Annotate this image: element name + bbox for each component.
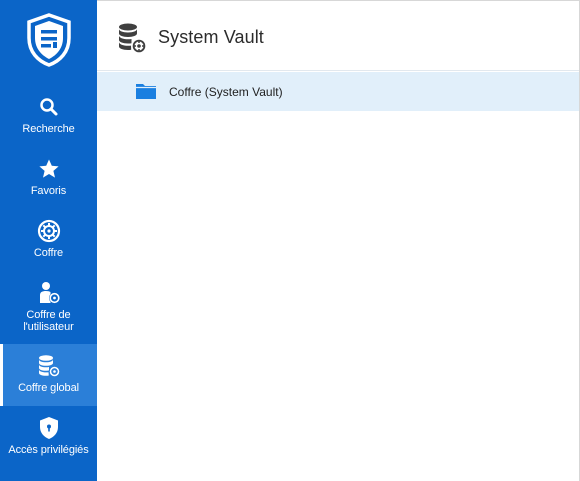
app-window: Recherche Favoris Coffre Coffre de l'uti… — [0, 0, 580, 481]
page-header: System Vault — [97, 1, 580, 71]
sidebar-item-acces-privilegies[interactable]: Accès privilégiés — [0, 406, 97, 468]
sidebar-item-favoris[interactable]: Favoris — [0, 147, 97, 209]
sidebar-item-label-line1: Coffre de — [26, 309, 71, 321]
sidebar-item-label: Recherche — [22, 123, 75, 135]
sidebar-item-label-line2: l'utilisateur — [23, 321, 74, 333]
sidebar-item-label: Accès privilégiés — [8, 444, 89, 456]
page-title: System Vault — [158, 27, 264, 47]
folder-icon — [135, 81, 157, 101]
star-icon — [37, 157, 61, 181]
search-icon — [37, 95, 61, 119]
list-item[interactable]: Coffre (System Vault) — [97, 72, 580, 111]
database-gear-icon — [117, 22, 147, 54]
sidebar-item-label: Coffre — [33, 247, 64, 259]
sidebar-item-coffre[interactable]: Coffre — [0, 209, 97, 271]
main-panel: System Vault Coffre (System Vault) — [97, 0, 580, 481]
sidebar-item-label: Coffre global — [18, 382, 79, 394]
sidebar-item-recherche[interactable]: Recherche — [0, 85, 97, 147]
list-item-label: Coffre (System Vault) — [169, 85, 283, 99]
shield-lock-icon — [37, 416, 61, 440]
sidebar: Recherche Favoris Coffre Coffre de l'uti… — [0, 0, 97, 481]
sidebar-item-coffre-global[interactable]: Coffre global — [0, 344, 97, 406]
vault-wheel-icon — [37, 219, 61, 243]
sidebar-item-coffre-utilisateur[interactable]: Coffre de l'utilisateur — [0, 271, 97, 343]
shield-logo-icon — [26, 13, 71, 67]
sidebar-item-label: Favoris — [30, 185, 67, 197]
user-vault-icon — [37, 281, 61, 305]
app-logo[interactable] — [0, 0, 97, 80]
database-gear-icon — [37, 354, 61, 378]
